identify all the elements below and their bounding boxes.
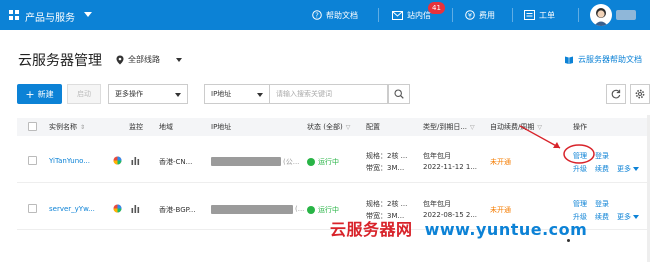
auto-renew-status: 未开通	[490, 206, 511, 214]
highlight-circle	[563, 144, 595, 164]
ip-suffix: (...	[295, 205, 305, 213]
watermark: 云服务器网 www.yuntue.com	[330, 216, 587, 240]
annotation-arrow	[519, 125, 561, 149]
monitor-palette-icon[interactable]	[113, 204, 122, 215]
watermark-url: www.yuntue.com	[424, 220, 588, 239]
config-spec: 规格：2核 ...	[366, 200, 408, 208]
watermark-cn: 云服务器网	[330, 220, 413, 239]
status-running-icon	[307, 206, 315, 214]
chevron-down-icon	[633, 215, 639, 219]
renew-button[interactable]: 续费	[595, 212, 609, 222]
login-button[interactable]: 登录	[595, 199, 609, 209]
row-checkbox[interactable]	[28, 204, 37, 213]
status-badge: 运行中	[307, 205, 339, 215]
bar-chart-icon[interactable]	[131, 204, 140, 215]
billing-type: 包年包月	[423, 200, 451, 208]
manage-button[interactable]: 管理	[573, 199, 587, 209]
instance-name-link[interactable]: server_yYw...	[49, 205, 95, 213]
region-value: 香港-BGP...	[159, 206, 196, 214]
ip-address-redacted	[211, 205, 293, 214]
more-actions-button[interactable]: 更多	[617, 212, 639, 222]
cursor-dot	[567, 239, 570, 242]
